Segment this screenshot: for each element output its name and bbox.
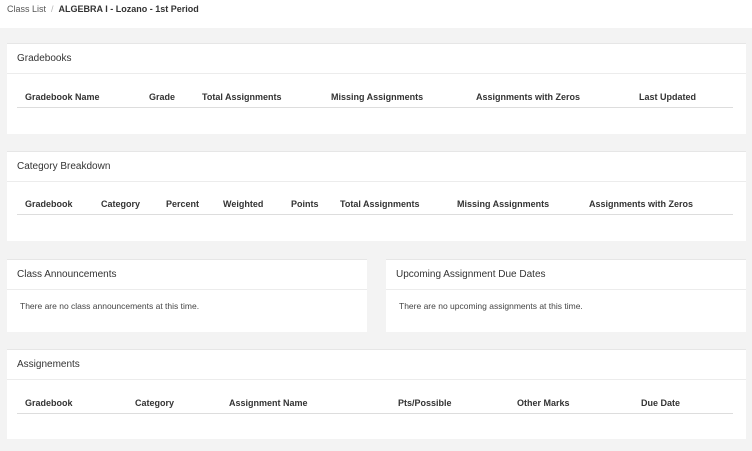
breadcrumb-current-class: ALGEBRA I - Lozano - 1st Period — [58, 4, 199, 14]
breadcrumb: Class List / ALGEBRA I - Lozano - 1st Peri… — [0, 0, 752, 28]
category-header-row: Gradebook Category Percent Weighted Poin… — [7, 194, 746, 214]
category-breakdown-title: Category Breakdown — [7, 152, 746, 182]
col-assignments-with-zeros[interactable]: Assignments with Zeros — [476, 87, 580, 107]
class-announcements-panel: Class Announcements There are no class a… — [7, 259, 367, 332]
gradebooks-panel: Gradebooks Gradebook Name Grade Total As… — [7, 43, 746, 134]
col-weighted[interactable]: Weighted — [223, 194, 263, 214]
col-pts-possible[interactable]: Pts/Possible — [398, 393, 452, 413]
col-total-assignments[interactable]: Total Assignments — [202, 87, 282, 107]
upcoming-due-dates-panel: Upcoming Assignment Due Dates There are … — [386, 259, 746, 332]
col-other-marks[interactable]: Other Marks — [517, 393, 570, 413]
col-missing-assignments[interactable]: Missing Assignments — [457, 194, 549, 214]
col-due-date[interactable]: Due Date — [641, 393, 680, 413]
gradebooks-title: Gradebooks — [7, 44, 746, 74]
assignments-title: Assignements — [7, 350, 746, 380]
assignments-header-row: Gradebook Category Assignment Name Pts/P… — [7, 393, 746, 413]
gradebooks-header-row: Gradebook Name Grade Total Assignments M… — [7, 87, 746, 107]
col-assignment-name[interactable]: Assignment Name — [229, 393, 308, 413]
col-category[interactable]: Category — [135, 393, 174, 413]
assignments-header-rule — [17, 413, 733, 414]
col-gradebook-name[interactable]: Gradebook Name — [25, 87, 100, 107]
col-total-assignments[interactable]: Total Assignments — [340, 194, 420, 214]
gradebooks-header-rule — [17, 107, 733, 108]
announcements-empty-message: There are no class announcements at this… — [20, 301, 200, 311]
upcoming-due-dates-title: Upcoming Assignment Due Dates — [386, 260, 746, 290]
col-grade[interactable]: Grade — [149, 87, 175, 107]
col-category[interactable]: Category — [101, 194, 140, 214]
upcoming-empty-message: There are no upcoming assignments at thi… — [399, 301, 583, 311]
col-last-updated[interactable]: Last Updated — [639, 87, 696, 107]
col-gradebook[interactable]: Gradebook — [25, 393, 73, 413]
category-breakdown-panel: Category Breakdown Gradebook Category Pe… — [7, 151, 746, 241]
col-percent[interactable]: Percent — [166, 194, 199, 214]
breadcrumb-separator: / — [51, 4, 54, 14]
col-gradebook[interactable]: Gradebook — [25, 194, 73, 214]
class-announcements-title: Class Announcements — [7, 260, 367, 290]
category-header-rule — [17, 214, 733, 215]
assignments-panel: Assignements Gradebook Category Assignme… — [7, 349, 746, 439]
col-points[interactable]: Points — [291, 194, 319, 214]
col-assignments-with-zeros[interactable]: Assignments with Zeros — [589, 194, 693, 214]
breadcrumb-class-list-link[interactable]: Class List — [7, 4, 46, 14]
col-missing-assignments[interactable]: Missing Assignments — [331, 87, 423, 107]
